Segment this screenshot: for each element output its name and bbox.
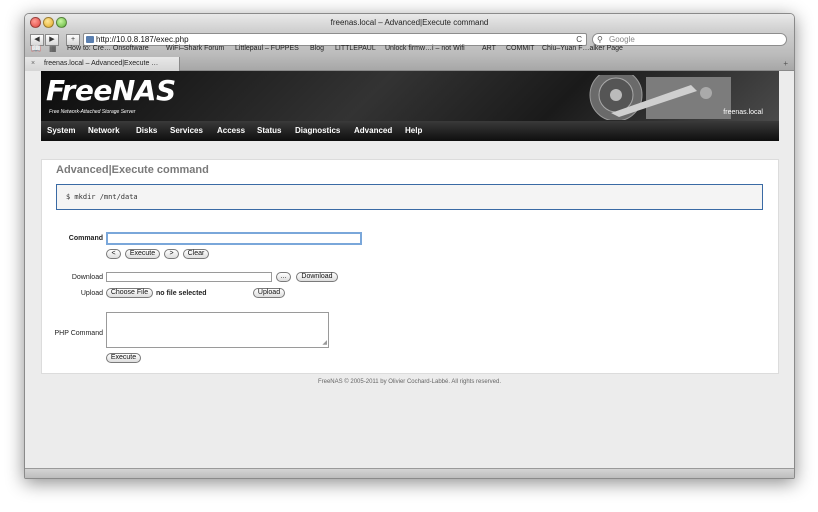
zoom-window-button[interactable] (56, 17, 67, 28)
logo-tagline: Free Network-Attached Storage Server (49, 109, 136, 115)
nav-system[interactable]: System (47, 121, 75, 141)
bookmark-item[interactable]: Chiu–Yuan F…alker Page (542, 42, 623, 55)
nav-services[interactable]: Services (170, 121, 203, 141)
download-path-input[interactable] (106, 272, 272, 282)
browser-window: freenas.local – Advanced|Execute command… (24, 13, 795, 479)
grid-icon[interactable]: ▦ (49, 42, 57, 55)
hostname-label: freenas.local (723, 109, 763, 116)
freenas-header: FreeNAS Free Network-Attached Storage Se… (41, 71, 779, 121)
nav-disks[interactable]: Disks (136, 121, 157, 141)
nav-advanced[interactable]: Advanced (354, 121, 392, 141)
bookmark-item[interactable]: How to: Cre… Onsoftware (67, 42, 149, 55)
download-label: Download (71, 274, 103, 281)
bookmark-item[interactable]: Unlock firmw…i – not Wifi (385, 42, 465, 55)
browser-statusbar (25, 468, 794, 478)
bookmarks-bar: 📖 ▦ How to: Cre… Onsoftware WiFi–Shark F… (25, 42, 794, 55)
freenas-logo[interactable]: FreeNAS (46, 77, 176, 105)
bookmark-item[interactable]: Blog (310, 42, 324, 55)
nav-status[interactable]: Status (257, 121, 281, 141)
nav-help[interactable]: Help (405, 121, 422, 141)
window-title: freenas.local – Advanced|Execute command (330, 18, 489, 27)
bookmark-item[interactable]: WiFi–Shark Forum (166, 42, 224, 55)
resize-grip-icon[interactable]: ◢ (322, 340, 327, 346)
upload-label: Upload (80, 290, 103, 297)
bookmark-item[interactable]: LITTLEPAUL (335, 42, 376, 55)
command-output: $ mkdir /mnt/data (56, 184, 763, 210)
close-tab-icon[interactable]: × (31, 57, 35, 71)
browse-button[interactable]: ... (276, 272, 291, 282)
main-nav: System Network Disks Services Access Sta… (41, 121, 779, 141)
page-title: Advanced|Execute command (56, 164, 209, 176)
upload-button[interactable]: Upload (253, 288, 285, 298)
new-tab-button[interactable]: + (783, 57, 788, 71)
web-page: FreeNAS Free Network-Attached Storage Se… (25, 71, 794, 470)
close-window-button[interactable] (30, 17, 41, 28)
tab-bar: × freenas.local – Advanced|Execute … + (25, 57, 794, 71)
tab-active[interactable]: × freenas.local – Advanced|Execute … (25, 57, 180, 71)
download-button[interactable]: Download (296, 272, 338, 282)
execute-button[interactable]: Execute (125, 249, 160, 259)
tab-label: freenas.local – Advanced|Execute … (44, 60, 159, 67)
hard-disk-icon (589, 75, 731, 120)
nav-access[interactable]: Access (217, 121, 245, 141)
php-command-label: PHP Command (54, 330, 103, 337)
open-book-icon[interactable]: 📖 (31, 42, 41, 55)
php-command-textarea[interactable]: ◢ (106, 312, 329, 348)
command-label: Command (68, 235, 103, 242)
nav-network[interactable]: Network (88, 121, 120, 141)
no-file-text: no file selected (156, 290, 207, 297)
bookmark-item[interactable]: COMMIT (506, 42, 534, 55)
bookmark-item[interactable]: Littlepaul – FUPPES (235, 42, 299, 55)
next-command-button[interactable]: > (164, 249, 179, 259)
command-input[interactable] (106, 232, 362, 245)
content-panel: Advanced|Execute command $ mkdir /mnt/da… (41, 159, 779, 374)
choose-file-button[interactable]: Choose File (106, 288, 153, 298)
minimize-window-button[interactable] (43, 17, 54, 28)
php-execute-button[interactable]: Execute (106, 353, 141, 363)
previous-command-button[interactable]: < (106, 249, 121, 259)
nav-diagnostics[interactable]: Diagnostics (295, 121, 340, 141)
page-footer: FreeNAS © 2005-2011 by Olivier Cochard-L… (317, 379, 502, 385)
window-titlebar: freenas.local – Advanced|Execute command (25, 14, 794, 31)
clear-button[interactable]: Clear (183, 249, 209, 259)
bookmark-item[interactable]: ART (482, 42, 496, 55)
